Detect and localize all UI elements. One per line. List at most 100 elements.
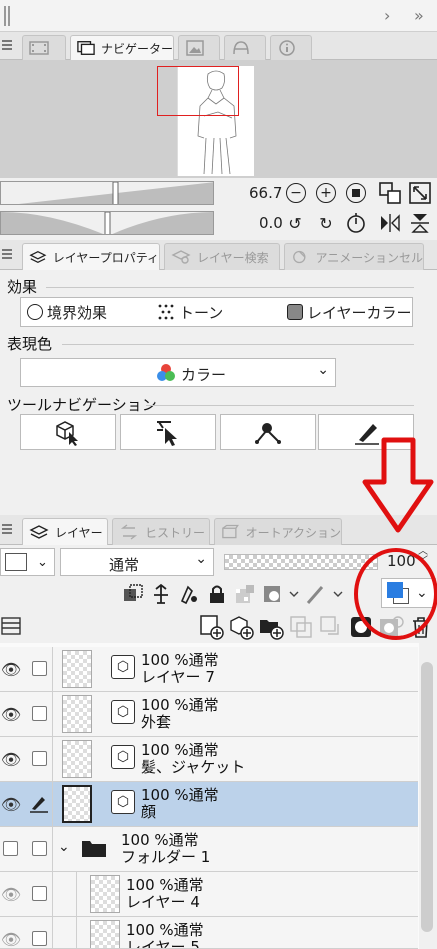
eye-icon[interactable]: 👁 xyxy=(0,930,22,948)
animation-cel-icon xyxy=(293,250,306,264)
fit-zoom-button[interactable] xyxy=(346,183,366,203)
layer-checkbox[interactable] xyxy=(3,841,18,856)
auto-action-icon xyxy=(222,524,239,539)
layer-row[interactable]: 👁 ⬡ 100 %通常 髪、ジャケット xyxy=(0,737,418,782)
layer-checkbox[interactable] xyxy=(32,886,47,901)
combine-to-lower-icon[interactable] xyxy=(318,614,344,640)
layer-row[interactable]: 👁 100 %通常 レイヤー 4 xyxy=(0,872,418,917)
blend-mode-select[interactable]: 通常 ⌄ xyxy=(60,548,214,576)
lock-icon[interactable] xyxy=(206,583,228,605)
eye-icon[interactable]: 👁 xyxy=(0,660,22,679)
opacity-value[interactable]: 100 xyxy=(387,552,416,570)
image-icon xyxy=(186,40,204,56)
mask-menu-icon[interactable] xyxy=(262,583,300,605)
new-raster-layer-icon[interactable] xyxy=(198,614,224,640)
layer-checkbox[interactable] xyxy=(32,931,47,946)
eye-icon[interactable]: 👁 xyxy=(0,750,22,769)
fit-window-icon xyxy=(379,182,401,204)
tone-button[interactable]: トーン xyxy=(157,302,287,323)
tab-navigator-label: ナビゲーター xyxy=(100,41,173,56)
panel-menu-icon[interactable] xyxy=(2,524,12,534)
tab-sub-view[interactable] xyxy=(178,35,220,60)
panel-menu-icon[interactable] xyxy=(2,249,12,259)
zoom-slider[interactable] xyxy=(0,181,214,205)
tab-layer-search[interactable]: レイヤー検索 xyxy=(164,243,280,270)
eye-icon[interactable]: 👁 xyxy=(0,795,22,814)
tab-info[interactable] xyxy=(270,35,312,60)
layer-info: 100 %通常 外套 xyxy=(141,697,219,731)
transfer-to-lower-icon[interactable] xyxy=(288,614,314,640)
rotate-value[interactable]: 0.0 xyxy=(259,214,283,232)
tab-animation-cel[interactable]: アニメーションセル xyxy=(284,243,424,270)
layer-info: 100 %通常 髪、ジャケット xyxy=(141,742,245,776)
border-effect-button[interactable]: 境界効果 xyxy=(27,302,157,323)
layer-row[interactable]: 👁 ⬡ 100 %通常 外套 xyxy=(0,692,418,737)
layer-checkbox[interactable] xyxy=(32,841,47,856)
zoom-value[interactable]: 66.7 xyxy=(249,184,282,202)
new-vector-layer-icon[interactable] xyxy=(228,614,254,640)
tab-layer[interactable]: レイヤー xyxy=(22,518,108,545)
layer-opacity-mode: 100 %通常 xyxy=(126,921,204,939)
layer-checkbox[interactable] xyxy=(32,661,47,676)
view-area-indicator[interactable] xyxy=(157,66,239,116)
clip-layer-icon[interactable] xyxy=(122,583,144,605)
layer-scrollbar-thumb[interactable] xyxy=(421,662,433,932)
layer-checkbox[interactable] xyxy=(32,706,47,721)
layer-move-tool-button[interactable] xyxy=(120,414,216,450)
delete-layer-icon[interactable] xyxy=(408,614,434,640)
reset-rotation-button[interactable] xyxy=(344,211,368,235)
zoom-in-button[interactable]: + xyxy=(316,183,336,203)
tab-3d[interactable] xyxy=(224,35,266,60)
layer-color-label: レイヤーカラー xyxy=(307,303,412,322)
zoom-out-button[interactable]: − xyxy=(286,183,306,203)
layer-row[interactable]: 👁 100 %通常 レイヤー 5 xyxy=(0,917,418,949)
eye-icon[interactable]: 👁 xyxy=(0,885,22,904)
layer-color-blue-select[interactable]: ⌄ xyxy=(381,578,436,608)
rotate-right-button[interactable]: ↻ xyxy=(314,211,338,235)
layer-property-tab-row: レイヤープロパティ レイヤー検索 アニメーションセル xyxy=(0,240,437,270)
draft-layer-icon[interactable] xyxy=(178,583,200,605)
opacity-spinner[interactable]: ︿ ﹀ xyxy=(418,547,428,567)
layer-checkbox[interactable] xyxy=(32,751,47,766)
tab-history[interactable]: ヒストリー xyxy=(112,518,210,545)
actual-size-button[interactable] xyxy=(408,181,432,205)
pen-tool-button[interactable] xyxy=(318,414,414,450)
flip-vertical-button[interactable] xyxy=(408,211,432,235)
flip-horizontal-button[interactable] xyxy=(378,211,402,235)
tab-animation[interactable] xyxy=(22,35,66,60)
tab-navigator[interactable]: ナビゲーター xyxy=(70,35,174,60)
layer-color-select[interactable]: ⌄ xyxy=(0,548,55,576)
chevron-right-icon[interactable]: › xyxy=(384,6,390,25)
tab-auto-action[interactable]: オートアクション xyxy=(214,518,342,545)
panel-menu-icon[interactable] xyxy=(2,40,12,50)
chevron-down-icon: ⌄ xyxy=(416,585,428,601)
layer-list-menu-icon[interactable] xyxy=(0,615,22,641)
tab-layer-property[interactable]: レイヤープロパティ xyxy=(22,243,160,270)
double-chevron-right-icon[interactable]: » xyxy=(414,6,424,25)
chevron-down-icon[interactable]: ⌄ xyxy=(58,839,70,855)
circle-icon xyxy=(27,304,43,320)
layer-property-icon xyxy=(29,250,47,264)
drag-grip-icon[interactable] xyxy=(4,6,10,26)
ruler-menu-icon[interactable] xyxy=(306,583,344,605)
apply-mask-icon[interactable] xyxy=(378,614,404,640)
eye-icon[interactable]: 👁 xyxy=(0,705,22,724)
folder-row[interactable]: ⌄ 100 %通常 フォルダー 1 xyxy=(0,827,418,872)
flip-horizontal-icon xyxy=(381,214,400,232)
create-layer-mask-icon[interactable] xyxy=(348,614,374,640)
object-tool-button[interactable] xyxy=(20,414,116,450)
lock-transparency-icon[interactable] xyxy=(234,583,256,605)
control-point-tool-button[interactable] xyxy=(220,414,316,450)
expression-color-select[interactable]: カラー ⌄ xyxy=(20,358,336,387)
layer-color-swatch-icon xyxy=(287,304,303,320)
fit-window-button[interactable] xyxy=(378,181,402,205)
reference-layer-icon[interactable] xyxy=(150,583,172,605)
layer-row[interactable]: 👁 ⬡ 100 %通常 レイヤー 7 xyxy=(0,647,418,692)
rotate-left-button[interactable]: ↺ xyxy=(283,211,307,235)
layer-info: 100 %通常 レイヤー 7 xyxy=(141,652,219,686)
layer-row-selected[interactable]: 👁 ⬡ 100 %通常 顔 xyxy=(0,782,418,827)
rotate-slider[interactable] xyxy=(0,211,214,235)
new-folder-icon[interactable] xyxy=(258,614,284,640)
layer-color-button[interactable]: レイヤーカラー xyxy=(287,302,412,323)
opacity-slider[interactable] xyxy=(224,554,378,570)
